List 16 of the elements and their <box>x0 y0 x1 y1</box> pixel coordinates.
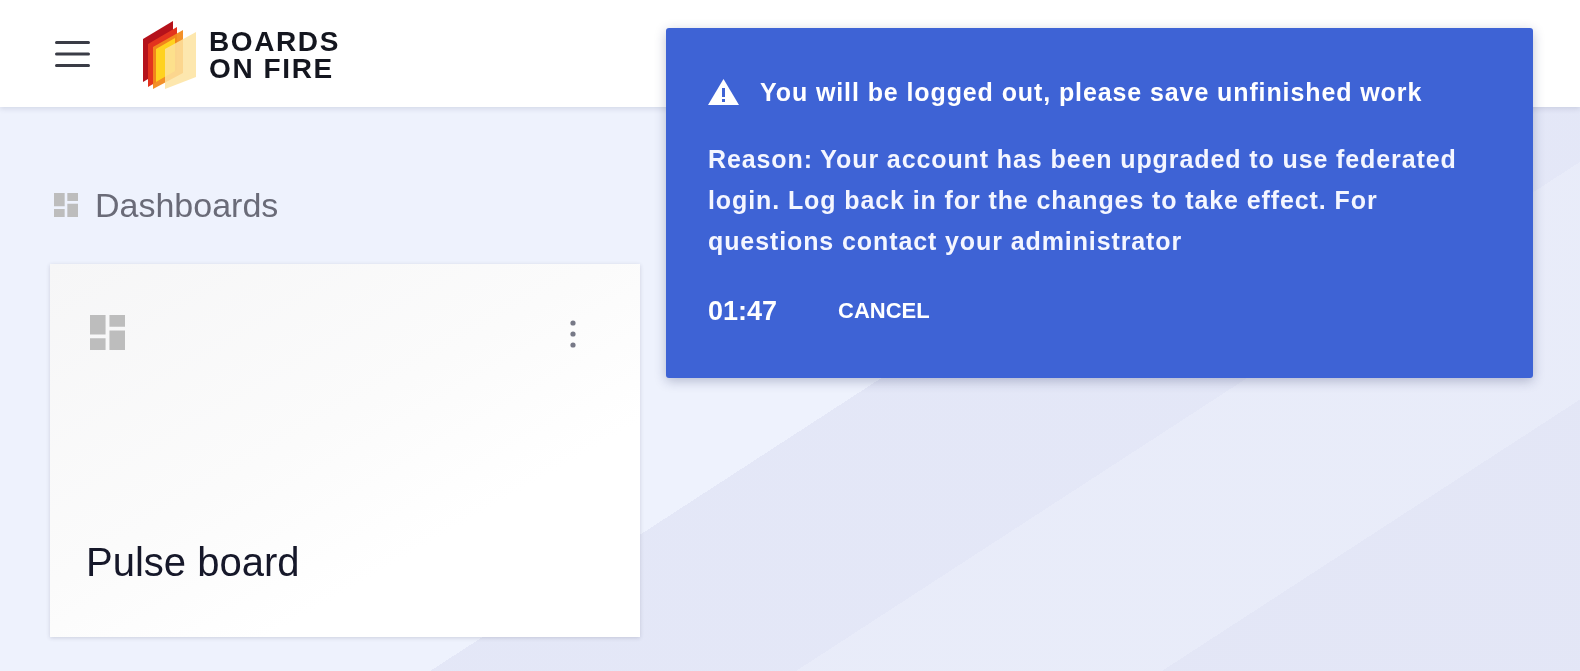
cancel-button[interactable]: CANCEL <box>830 292 938 330</box>
logo-drawing <box>142 20 197 89</box>
logo-text: BOARDS ON FIRE <box>209 27 340 82</box>
dashboard-icon <box>54 193 78 217</box>
notification-message: Reason: Your account has been upgraded to use federated login. Log back in for the changes to take effect. For questions contact your administrator <box>708 144 1458 257</box>
dashboard-card[interactable]: Pulse board <box>50 264 640 637</box>
menu-button[interactable] <box>55 38 90 69</box>
warning-icon <box>708 79 739 105</box>
more-icon <box>570 320 576 348</box>
card-title: Pulse board <box>86 539 301 586</box>
home-link[interactable]: BOARDS ON FIRE <box>142 20 340 89</box>
countdown-timer: 01:47 <box>708 295 778 328</box>
section-title: Dashboards <box>95 185 279 225</box>
menu-icon <box>55 39 90 68</box>
dashboard-icon <box>90 315 125 350</box>
notification-title: You will be logged out, please save unfinished work <box>760 78 1423 106</box>
